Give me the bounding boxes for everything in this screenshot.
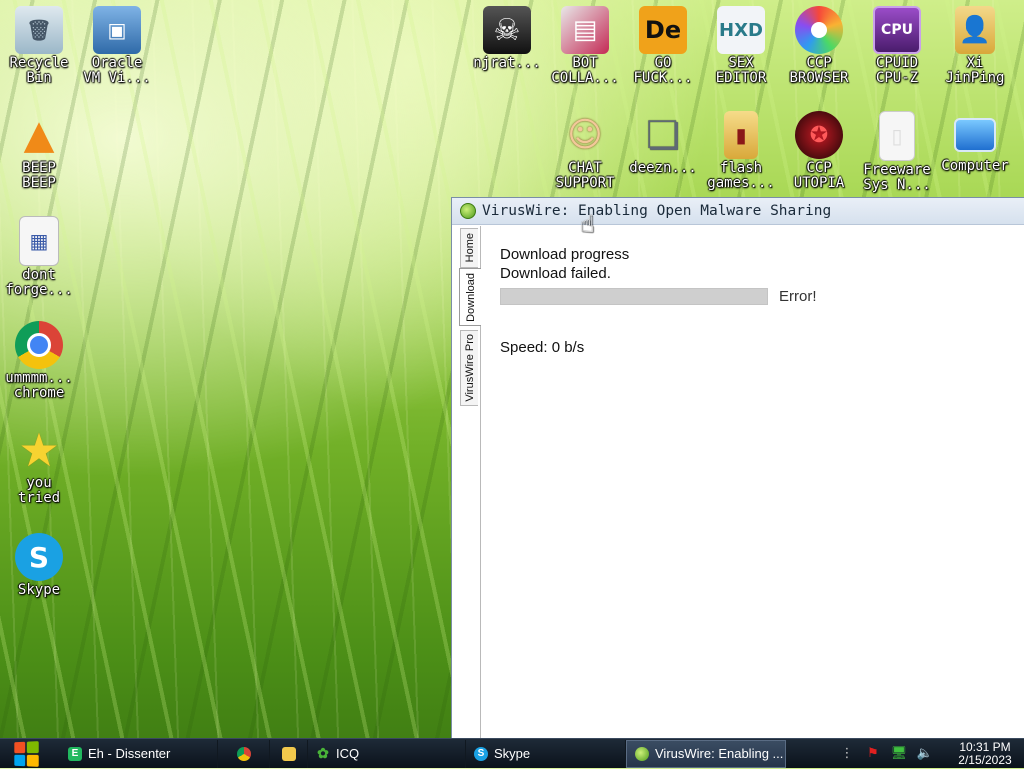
stack-icon: ❏ — [645, 113, 681, 157]
clock-time: 10:31 PM — [959, 739, 1011, 754]
desktop-icon-chrome[interactable]: ummmm... chrome — [0, 321, 78, 401]
folder-icon: ▮ — [724, 111, 758, 159]
doctor-icon: ☺ — [567, 115, 603, 155]
download-status: Download failed. — [500, 265, 611, 282]
window-titlebar[interactable]: VirusWire: Enabling Open Malware Sharing — [452, 198, 1024, 225]
taskbar-item-explorer[interactable] — [270, 739, 308, 768]
network-icon[interactable]: 🖥 — [891, 746, 908, 762]
start-button[interactable] — [0, 739, 52, 769]
hand-cursor-icon: ☝ — [580, 210, 595, 238]
desktop-icon-deezn[interactable]: ❏ deezn... — [624, 111, 702, 176]
tray-clock[interactable]: 10:31 PM 2/15/2023 — [946, 739, 1024, 767]
icq-flower-icon: ✿ — [317, 745, 329, 761]
de-icon: De — [639, 6, 687, 54]
window-title: VirusWire: Enabling Open Malware Sharing — [482, 203, 832, 219]
oracle-vm-icon: ▣ — [93, 6, 141, 54]
skype-taskbar-icon: S — [474, 746, 488, 761]
desktop-icon-freeware[interactable]: ▯ Freeware Sys N... — [858, 111, 936, 193]
skull-icon: ☠ — [483, 6, 531, 54]
download-speed: Speed: 0 b/s — [500, 339, 585, 356]
system-tray: ⋮ ⚑ 🖥 🔈 10:31 PM 2/15/2023 — [834, 739, 1024, 769]
chrome-icon — [15, 321, 63, 369]
desktop-icon-you-tried[interactable]: ★ you tried — [0, 423, 78, 506]
action-center-flag-icon[interactable]: ⚑ — [865, 746, 881, 762]
desktop-icon-recycle-bin[interactable]: 🗑 Recycle Bin — [0, 6, 78, 86]
desktop-icon-computer[interactable]: Computer — [936, 111, 1014, 174]
desktop-icon-sex-editor[interactable]: HXD SEX EDITOR — [702, 6, 780, 86]
bot-collab-icon: ▤ — [561, 6, 609, 54]
clock-date: 2/15/2023 — [958, 752, 1012, 767]
desktop-icon-chat-support[interactable]: ☺ CHAT SUPPORT — [546, 111, 624, 191]
windows-logo-icon — [14, 740, 39, 767]
blank-document-icon: ▯ — [879, 111, 915, 161]
vlc-cone-icon: ▲ — [23, 112, 55, 158]
desktop-icon-dont-forget[interactable]: ▦ dont forge... — [0, 216, 78, 298]
desktop-icon-skype[interactable]: S Skype — [0, 533, 78, 598]
document-icon: ▦ — [19, 216, 59, 266]
download-panel: Download progress Download failed. Error… — [500, 246, 817, 356]
desktop-icon-go[interactable]: De GO FUCK... — [624, 6, 702, 86]
user-folder-icon: 👤 — [955, 6, 995, 54]
tab-download[interactable]: Download — [459, 268, 481, 326]
volume-icon[interactable]: 🔈 — [917, 746, 933, 762]
taskbar-item-viruswire[interactable]: VirusWire: Enabling ... — [626, 739, 786, 768]
desktop-icon-ccp-utopia[interactable]: ✪ CCP UTOPIA — [780, 111, 858, 191]
download-heading: Download progress — [500, 246, 630, 263]
taskbar-item-icq[interactable]: ✿ ICQ — [308, 739, 466, 768]
computer-icon — [954, 118, 996, 152]
recycle-bin-icon: 🗑 — [15, 6, 63, 54]
taskbar-item-skype[interactable]: S Skype — [466, 739, 626, 768]
taskbar-item-dissenter[interactable]: E Eh - Dissenter — [60, 739, 218, 768]
progress-bar — [500, 288, 768, 305]
desktop-icon-njrat[interactable]: ☠ njrat... — [468, 6, 546, 71]
tab-home[interactable]: Home — [460, 228, 478, 268]
vertical-tab-strip: Home Download VirusWire Pro — [458, 226, 481, 739]
taskbar: E Eh - Dissenter ✿ ICQ S Skype VirusWire… — [0, 738, 1024, 768]
desktop-icon-bot-collab[interactable]: ▤ BOT COLLA... — [546, 6, 624, 86]
dissenter-icon: E — [68, 746, 82, 761]
desktop-icon-flash-games[interactable]: ▮ flash games... — [702, 111, 780, 191]
taskbar-item-chrome[interactable] — [218, 739, 270, 768]
desktop-icon-ccp-browser[interactable]: CCP BROWSER — [780, 6, 858, 86]
hxd-icon: HXD — [717, 6, 765, 54]
folder-taskbar-icon — [281, 746, 296, 761]
progress-row: Error! — [500, 288, 817, 305]
desktop-icon-cpuz[interactable]: CPU CPUID CPU-Z — [858, 6, 936, 86]
chrome-taskbar-icon — [236, 746, 251, 761]
ccp-utopia-icon: ✪ — [795, 111, 843, 159]
desktop-icon-beep-beep[interactable]: ▲ BEEP BEEP — [0, 111, 78, 191]
tab-viruswire-pro[interactable]: VirusWire Pro — [460, 330, 478, 406]
tray-overflow-icon[interactable]: ⋮ — [839, 746, 855, 762]
skype-icon: S — [15, 533, 63, 581]
progress-error-label: Error! — [779, 288, 817, 305]
cpuz-icon: CPU — [873, 6, 921, 54]
viruswire-window[interactable]: VirusWire: Enabling Open Malware Sharing… — [451, 197, 1024, 740]
desktop-icon-xi-jinping[interactable]: 👤 Xi JinPing — [936, 6, 1014, 86]
viruswire-app-icon — [460, 203, 476, 219]
star-icon: ★ — [18, 423, 60, 477]
viruswire-taskbar-icon — [635, 746, 649, 761]
ccp-browser-icon — [795, 6, 843, 54]
desktop-icon-oracle-vm[interactable]: ▣ Oracle VM Vi... — [78, 6, 156, 86]
